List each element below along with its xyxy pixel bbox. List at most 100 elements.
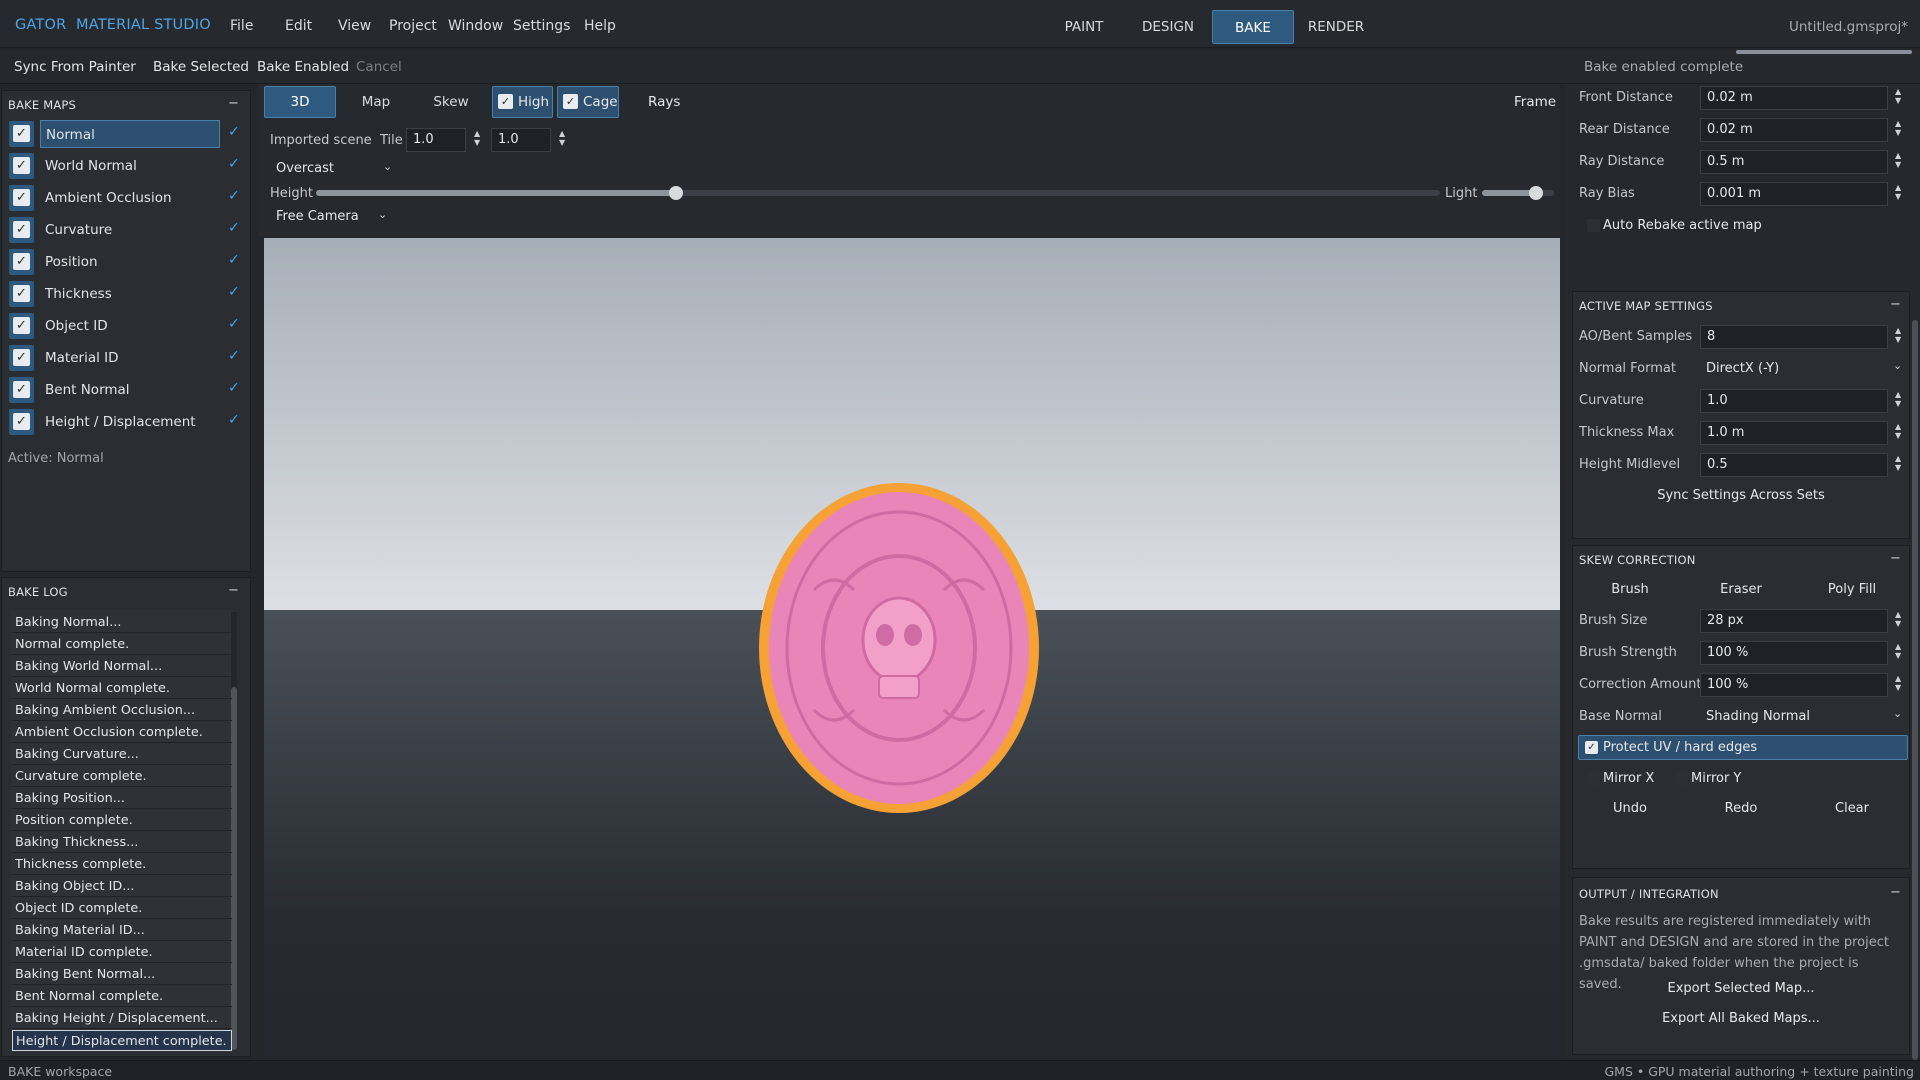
curvature-stepper[interactable]: ▲ ▼ xyxy=(1895,390,1901,408)
bake-map-item[interactable]: Position xyxy=(40,248,220,276)
menu-window[interactable]: Window xyxy=(448,18,503,34)
chevron-down-icon[interactable]: ⌄ xyxy=(1893,359,1902,372)
bake-map-item[interactable]: Curvature xyxy=(40,216,220,244)
menu-project[interactable]: Project xyxy=(389,18,437,34)
menu-edit[interactable]: Edit xyxy=(285,18,312,34)
skew-undo-button[interactable]: Undo xyxy=(1580,801,1680,816)
brush-size-field[interactable]: 28 px xyxy=(1700,609,1888,633)
view-tab-map[interactable]: Map xyxy=(346,86,406,118)
ao-samples-stepper[interactable]: ▲ ▼ xyxy=(1895,326,1901,344)
skew-brush-button[interactable]: Brush xyxy=(1580,582,1680,597)
mode-tab-design[interactable]: DESIGN xyxy=(1136,10,1200,44)
menu-settings[interactable]: Settings xyxy=(513,18,570,34)
tile-v-stepper[interactable]: ▲ ▼ xyxy=(559,129,565,147)
auto-rebake-checkbox[interactable] xyxy=(1587,219,1600,232)
view-tab-skew[interactable]: Skew xyxy=(418,86,484,118)
map-enabled-checkbox[interactable]: ✓ xyxy=(13,221,30,238)
map-enabled-checkbox[interactable]: ✓ xyxy=(13,157,30,174)
ray-distance-stepper[interactable]: ▲ ▼ xyxy=(1895,151,1901,169)
mode-tab-bake[interactable]: BAKE xyxy=(1212,10,1294,44)
ray-bias-field[interactable]: 0.001 m xyxy=(1700,182,1888,206)
base-normal-select[interactable]: Shading Normal xyxy=(1706,709,1810,724)
mirror-x-checkbox[interactable] xyxy=(1587,772,1600,785)
front-distance-stepper[interactable]: ▲ ▼ xyxy=(1895,87,1901,105)
ao-samples-field[interactable]: 8 xyxy=(1700,325,1888,349)
height-midlevel-stepper[interactable]: ▲ ▼ xyxy=(1895,454,1901,472)
camera-select[interactable]: Free Camera xyxy=(276,209,359,224)
tile-v-field[interactable]: 1.0 xyxy=(491,128,551,152)
rear-distance-stepper[interactable]: ▲ ▼ xyxy=(1895,119,1901,137)
mode-tab-paint[interactable]: PAINT xyxy=(1052,10,1116,44)
front-distance-field[interactable]: 0.02 m xyxy=(1700,86,1888,110)
light-slider-knob[interactable] xyxy=(1529,186,1543,200)
mode-tab-render[interactable]: RENDER xyxy=(1303,10,1369,44)
bake-map-item[interactable]: Bent Normal xyxy=(40,376,220,404)
ray-distance-field[interactable]: 0.5 m xyxy=(1700,150,1888,174)
skew-redo-button[interactable]: Redo xyxy=(1691,801,1791,816)
brush-size-stepper[interactable]: ▲ ▼ xyxy=(1895,610,1901,628)
tile-u-stepper[interactable]: ▲ ▼ xyxy=(474,129,480,147)
menu-file[interactable]: File xyxy=(230,18,253,34)
brush-strength-stepper[interactable]: ▲ ▼ xyxy=(1895,642,1901,660)
sync-settings-button[interactable]: Sync Settings Across Sets xyxy=(1572,488,1910,503)
normal-format-select[interactable]: DirectX (-Y) xyxy=(1706,361,1779,376)
bake-map-item[interactable]: Thickness xyxy=(40,280,220,308)
height-midlevel-field[interactable]: 0.5 xyxy=(1700,453,1888,477)
chevron-down-icon[interactable]: ⌄ xyxy=(378,208,387,221)
frame-button[interactable]: Frame xyxy=(1514,94,1556,110)
map-enabled-checkbox[interactable]: ✓ xyxy=(13,381,30,398)
sync-from-painter-button[interactable]: Sync From Painter xyxy=(14,59,136,75)
collapse-active-map-button[interactable]: − xyxy=(1890,297,1901,312)
light-slider[interactable] xyxy=(1482,186,1554,200)
correction-amount-field[interactable]: 100 % xyxy=(1700,673,1888,697)
bake-enabled-button[interactable]: Bake Enabled xyxy=(257,59,349,75)
chevron-down-icon[interactable]: ⌄ xyxy=(1893,707,1902,720)
cancel-button[interactable]: Cancel xyxy=(356,59,402,75)
export-all-baked-maps-button[interactable]: Export All Baked Maps... xyxy=(1572,1011,1910,1026)
mirror-y-checkbox[interactable] xyxy=(1675,772,1688,785)
map-enabled-checkbox[interactable]: ✓ xyxy=(13,189,30,206)
brush-strength-field[interactable]: 100 % xyxy=(1700,641,1888,665)
map-enabled-checkbox[interactable]: ✓ xyxy=(13,349,30,366)
tile-u-field[interactable]: 1.0 xyxy=(406,128,466,152)
ray-bias-stepper[interactable]: ▲ ▼ xyxy=(1895,183,1901,201)
bake-map-item[interactable]: World Normal xyxy=(40,152,220,180)
map-enabled-checkbox[interactable]: ✓ xyxy=(13,125,30,142)
protect-uv-checkbox[interactable]: ✓ xyxy=(1585,741,1598,754)
map-enabled-checkbox[interactable]: ✓ xyxy=(13,253,30,270)
rays-toggle[interactable]: Rays xyxy=(648,94,680,110)
right-panel-scrollbar[interactable] xyxy=(1912,320,1918,1060)
view-tab-3d[interactable]: 3D xyxy=(264,86,336,118)
map-enabled-checkbox[interactable]: ✓ xyxy=(13,413,30,430)
bake-map-item[interactable]: Height / Displacement xyxy=(40,408,220,436)
collapse-bake-log-button[interactable]: − xyxy=(228,583,239,598)
rear-distance-field[interactable]: 0.02 m xyxy=(1700,118,1888,142)
curvature-field[interactable]: 1.0 xyxy=(1700,389,1888,413)
export-selected-map-button[interactable]: Export Selected Map... xyxy=(1572,981,1910,996)
skew-polyfill-button[interactable]: Poly Fill xyxy=(1802,582,1902,597)
bake-map-item[interactable]: Material ID xyxy=(40,344,220,372)
collapse-skew-button[interactable]: − xyxy=(1890,551,1901,566)
correction-amount-stepper[interactable]: ▲ ▼ xyxy=(1895,674,1901,692)
menu-help[interactable]: Help xyxy=(584,18,616,34)
bake-map-item[interactable]: Ambient Occlusion xyxy=(40,184,220,212)
map-enabled-checkbox[interactable]: ✓ xyxy=(13,317,30,334)
menu-view[interactable]: View xyxy=(338,18,371,34)
map-enabled-checkbox[interactable]: ✓ xyxy=(13,285,30,302)
skew-clear-button[interactable]: Clear xyxy=(1802,801,1902,816)
height-slider[interactable] xyxy=(316,186,1440,200)
thickness-max-field[interactable]: 1.0 m xyxy=(1700,421,1888,445)
bake-selected-button[interactable]: Bake Selected xyxy=(153,59,249,75)
thickness-max-stepper[interactable]: ▲ ▼ xyxy=(1895,422,1901,440)
skew-eraser-button[interactable]: Eraser xyxy=(1691,582,1791,597)
environment-select[interactable]: Overcast xyxy=(276,161,334,176)
cage-checkbox[interactable]: ✓ xyxy=(563,94,578,109)
collapse-bake-maps-button[interactable]: − xyxy=(228,96,239,111)
height-slider-knob[interactable] xyxy=(668,186,683,200)
coin-model[interactable] xyxy=(754,480,1044,816)
high-checkbox[interactable]: ✓ xyxy=(498,94,513,109)
chevron-down-icon[interactable]: ⌄ xyxy=(383,160,392,173)
bake-map-item[interactable]: Object ID xyxy=(40,312,220,340)
collapse-output-button[interactable]: − xyxy=(1890,885,1901,900)
bake-map-item[interactable]: Normal xyxy=(40,120,220,148)
